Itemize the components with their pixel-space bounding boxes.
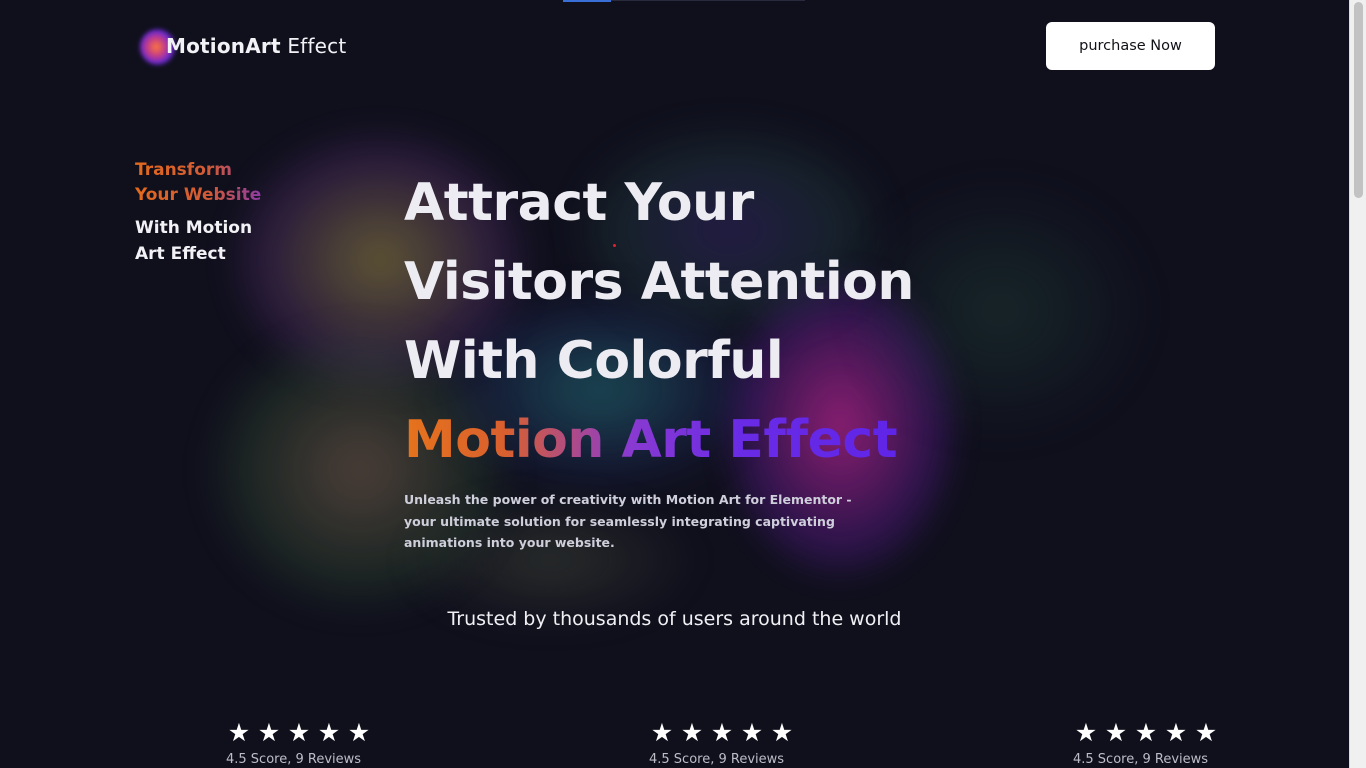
- star-icon: ★: [1104, 718, 1128, 747]
- rating-text: 4.5 Score, 9 Reviews: [226, 752, 362, 767]
- star-icon: ★: [287, 718, 311, 747]
- star-icon: ★: [257, 718, 281, 747]
- star-icon: ★: [1134, 718, 1158, 747]
- star-icon: ★: [347, 718, 371, 747]
- star-icon: ★: [650, 718, 674, 747]
- top-progress-indicator: [563, 0, 611, 2]
- tagline-line: With Motion: [135, 218, 253, 238]
- hero-headline: Attract Your Visitors Attention With Col…: [404, 164, 964, 480]
- tagline-line: Transform: [135, 158, 325, 183]
- rating-text: 4.5 Score, 9 Reviews: [1073, 752, 1209, 767]
- star-icon: ★: [1164, 718, 1188, 747]
- star-rating: ★ ★ ★ ★ ★: [226, 720, 426, 746]
- rating-block: ★ ★ ★ ★ ★ 4.5 Score, 9 Reviews: [649, 720, 849, 768]
- star-icon: ★: [1194, 718, 1218, 747]
- purchase-now-button[interactable]: purchase Now: [1046, 22, 1215, 70]
- cursor-dot: [613, 244, 616, 247]
- star-icon: ★: [740, 718, 764, 747]
- hero-description: Unleash the power of creativity with Mot…: [404, 492, 852, 550]
- logo-text: MotionArt Effect: [166, 34, 347, 58]
- tagline-line: Art Effect: [135, 244, 226, 264]
- scrollbar-thumb[interactable]: [1354, 2, 1363, 198]
- vertical-scrollbar[interactable]: [1349, 0, 1366, 768]
- star-rating: ★ ★ ★ ★ ★: [1073, 720, 1273, 746]
- rating-text: 4.5 Score, 9 Reviews: [649, 752, 785, 767]
- rating-block: ★ ★ ★ ★ ★ 4.5 Score, 9 Reviews: [226, 720, 426, 768]
- tagline-line: With Motion Art Effect: [135, 215, 325, 267]
- star-icon: ★: [710, 718, 734, 747]
- headline-line: Visitors Attention: [404, 252, 914, 312]
- tagline-line: Your Website: [135, 183, 325, 208]
- trusted-heading: Trusted by thousands of users around the…: [447, 608, 902, 630]
- headline-line: Attract Your: [404, 173, 754, 233]
- star-icon: ★: [227, 718, 251, 747]
- site-logo[interactable]: MotionArt Effect: [140, 28, 347, 65]
- star-rating: ★ ★ ★ ★ ★: [649, 720, 849, 746]
- rating-block: ★ ★ ★ ★ ★ 4.5 Score, 9 Reviews: [1073, 720, 1273, 768]
- headline-gradient-line: Motion Art Effect: [404, 401, 964, 480]
- star-icon: ★: [317, 718, 341, 747]
- headline-line: With Colorful: [404, 331, 784, 391]
- side-tagline: Transform Your Website With Motion Art E…: [135, 158, 325, 267]
- star-icon: ★: [680, 718, 704, 747]
- star-icon: ★: [1074, 718, 1098, 747]
- star-icon: ★: [770, 718, 794, 747]
